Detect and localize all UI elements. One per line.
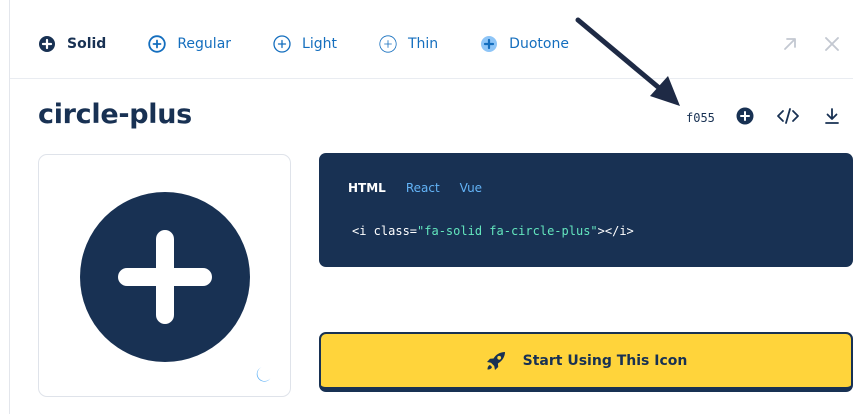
rocket-icon — [486, 351, 505, 370]
arrow-up-right-icon[interactable] — [780, 34, 800, 54]
moon-icon[interactable] — [255, 365, 273, 383]
code-panel: HTML React Vue <i class="fa-solid fa-cir… — [319, 153, 853, 267]
page-title: circle-plus — [38, 99, 192, 130]
circle-plus-regular-icon — [148, 35, 167, 53]
icon-preview-card — [38, 154, 291, 397]
tab-thin-label: Thin — [407, 36, 439, 52]
circle-plus-duotone-icon — [481, 36, 498, 52]
tab-regular-label: Regular — [177, 36, 232, 52]
style-tabs: Solid Regular Light Thin Duotone — [38, 30, 611, 58]
tab-regular[interactable]: Regular — [148, 35, 231, 53]
code-tab-react[interactable]: React — [406, 181, 440, 195]
tab-solid[interactable]: Solid — [38, 35, 106, 53]
code-string: "fa-solid fa-circle-plus" — [417, 224, 598, 238]
download-icon[interactable] — [824, 107, 840, 125]
tab-light-label: Light — [302, 36, 337, 52]
unicode-value[interactable]: f055 — [686, 111, 715, 125]
tab-duotone[interactable]: Duotone — [480, 35, 569, 53]
close-icon[interactable] — [822, 34, 842, 54]
header-divider — [10, 78, 853, 79]
code-suffix: ></i> — [597, 224, 634, 238]
tab-solid-label: Solid — [67, 36, 107, 52]
code-tabs: HTML React Vue — [348, 181, 502, 195]
code-tab-html[interactable]: HTML — [348, 181, 386, 195]
circle-plus-solid-icon — [39, 36, 55, 52]
page-edge — [9, 0, 10, 414]
annotation-arrow — [575, 17, 680, 106]
add-to-kit-icon[interactable] — [736, 107, 754, 125]
tab-thin[interactable]: Thin — [379, 35, 438, 53]
circle-plus-icon — [80, 192, 250, 362]
code-tab-vue[interactable]: Vue — [460, 181, 482, 195]
code-icon[interactable] — [776, 107, 800, 125]
start-using-label: Start Using This Icon — [522, 352, 688, 369]
code-snippet[interactable]: <i class="fa-solid fa-circle-plus"></i> — [352, 224, 634, 238]
start-using-button[interactable]: Start Using This Icon — [319, 332, 853, 392]
tab-light[interactable]: Light — [273, 35, 337, 53]
circle-plus-light-icon — [273, 35, 291, 53]
circle-plus-thin-icon — [379, 35, 397, 53]
code-prefix: <i class= — [352, 224, 418, 238]
tab-duotone-label: Duotone — [509, 36, 569, 52]
